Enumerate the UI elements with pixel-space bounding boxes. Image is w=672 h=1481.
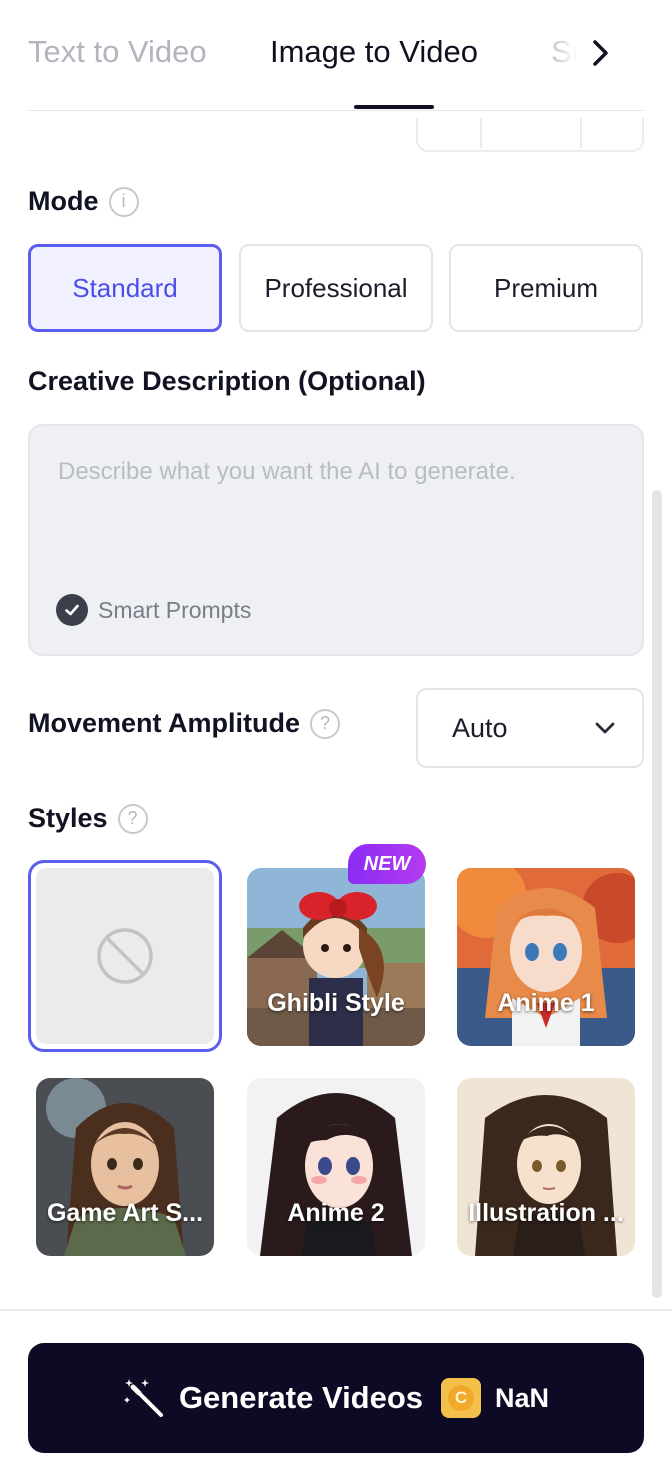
footer-divider (0, 1309, 672, 1311)
description-title: Creative Description (Optional) (28, 366, 426, 396)
smart-prompts-toggle[interactable]: Smart Prompts (56, 594, 251, 626)
mode-title: Mode (28, 186, 99, 216)
mode-premium-button[interactable]: Premium (449, 244, 643, 332)
ghibli-thumbnail (247, 868, 425, 1046)
scrollbar[interactable] (652, 490, 662, 1298)
credit-coin-icon: C (441, 1378, 482, 1418)
style-ghibli-label: Ghibli Style (267, 989, 405, 1017)
tab-bar: Text to Video Image to Video Su (0, 0, 672, 112)
tab-divider (28, 110, 644, 111)
tabs-next-button[interactable] (576, 28, 624, 78)
active-tab-indicator (354, 105, 434, 109)
description-heading: Creative Description (Optional) (28, 366, 426, 397)
mode-standard-button[interactable]: Standard (28, 244, 222, 332)
movement-selected-value: Auto (452, 712, 508, 743)
tab-image-to-video[interactable]: Image to Video (270, 30, 478, 74)
style-game-art-label: Game Art S... (46, 1199, 204, 1227)
styles-title: Styles (28, 803, 108, 833)
check-circle-icon (56, 594, 88, 626)
help-icon[interactable]: ? (117, 803, 148, 834)
smart-prompts-label: Smart Prompts (98, 596, 252, 623)
style-anime-1-card[interactable]: Anime 1 (457, 868, 635, 1046)
game-art-thumbnail (36, 1078, 214, 1256)
tab-text-to-video[interactable]: Text to Video (28, 30, 207, 74)
style-game-art-card[interactable]: Game Art S... (36, 1078, 214, 1256)
movement-heading: Movement Amplitude ? (28, 708, 341, 739)
help-icon[interactable]: ? (310, 708, 341, 739)
illustration-thumbnail (457, 1078, 635, 1256)
generate-videos-label: Generate Videos (178, 1380, 424, 1415)
no-style-icon (97, 928, 153, 984)
movement-amplitude-select[interactable]: Auto (416, 688, 644, 768)
chevron-right-icon (593, 40, 608, 66)
magic-wand-icon (123, 1379, 163, 1417)
generate-videos-button[interactable]: Generate Videos C NaN (28, 1343, 644, 1453)
style-anime-2-label: Anime 2 (287, 1199, 385, 1227)
partial-segmented-control[interactable] (416, 118, 644, 152)
style-illustration-card[interactable]: Illustration ... (457, 1078, 635, 1256)
credit-cost: NaN (495, 1382, 550, 1413)
info-icon[interactable]: i (108, 186, 139, 217)
anime-1-thumbnail (457, 868, 635, 1046)
description-textarea[interactable]: Describe what you want the AI to generat… (28, 424, 644, 656)
mode-professional-button[interactable]: Professional (239, 244, 433, 332)
styles-heading: Styles ? (28, 803, 148, 834)
style-none-card[interactable] (28, 860, 222, 1052)
movement-label: Movement Amplitude (28, 708, 301, 738)
new-badge: NEW (348, 844, 426, 884)
style-anime-2-card[interactable]: Anime 2 (247, 1078, 425, 1256)
style-illustration-label: Illustration ... (468, 1199, 624, 1227)
style-anime-1-label: Anime 1 (497, 989, 595, 1017)
chevron-down-icon (595, 722, 615, 734)
description-placeholder: Describe what you want the AI to generat… (58, 458, 516, 485)
mode-heading: Mode i (28, 186, 139, 217)
anime-2-thumbnail (247, 1078, 425, 1256)
style-ghibli-card[interactable]: Ghibli Style (247, 868, 425, 1046)
